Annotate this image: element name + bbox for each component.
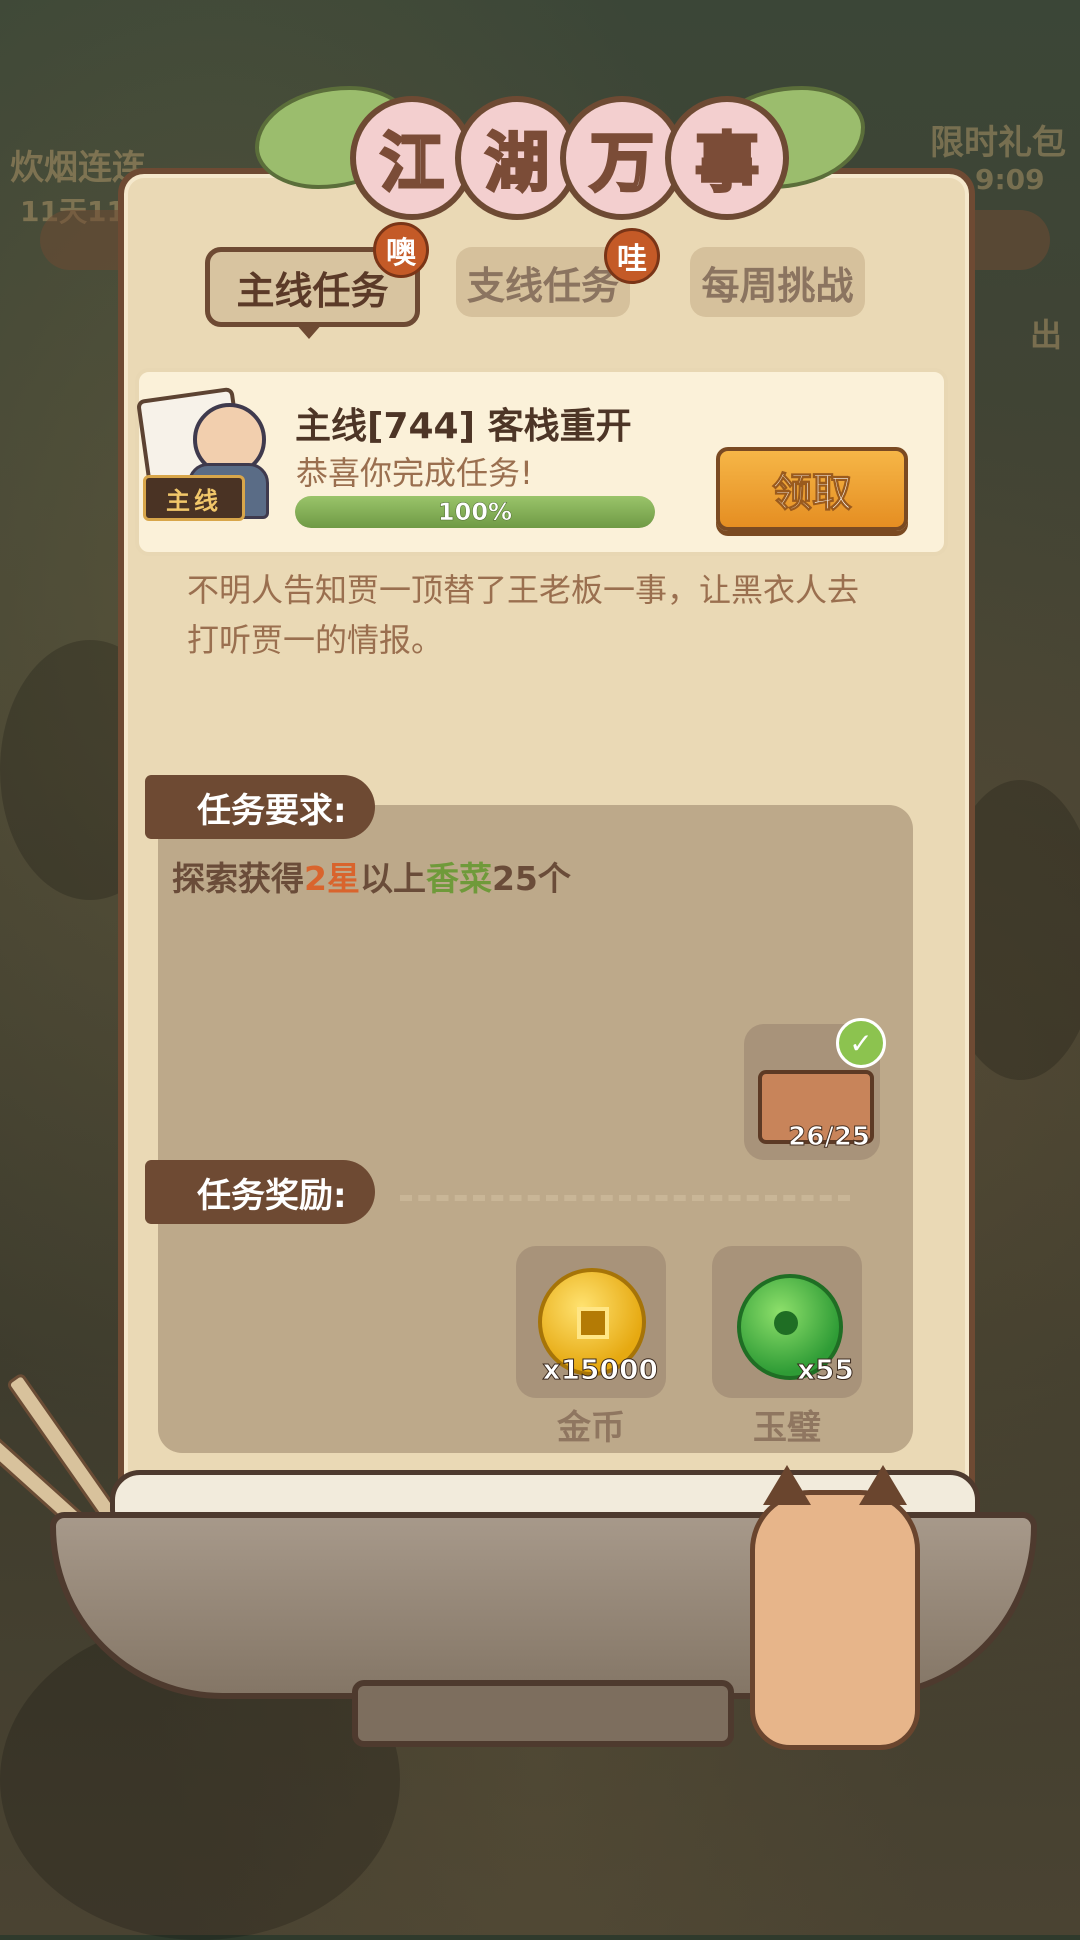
requirements-label: 任务要求:: [145, 775, 375, 839]
req-item-name: 香菜: [425, 859, 492, 898]
divider: [400, 1195, 850, 1201]
tab-label: 每周挑战: [701, 263, 854, 308]
rewards-label: 任务奖励:: [145, 1160, 375, 1224]
task-progress-bar: 100%: [295, 496, 655, 528]
tab-label: 支线任务: [466, 263, 619, 308]
reward-tile-jade[interactable]: x55: [712, 1246, 862, 1398]
progress-text: 100%: [437, 498, 513, 527]
side-text: 出: [1030, 316, 1063, 354]
req-part: 探索获得: [172, 859, 304, 898]
requirement-item-tile[interactable]: ✓ 26/25: [744, 1018, 886, 1160]
main-quest-tag: 主线: [143, 475, 245, 521]
cat-mascot-icon: [750, 1465, 920, 1750]
jade-hole: [774, 1311, 798, 1335]
reward-count: x15000: [542, 1353, 658, 1387]
cat-ear-icon: [763, 1465, 811, 1505]
tab-weekly-challenge[interactable]: 每周挑战: [690, 247, 865, 317]
gift-timer: 9:09: [975, 163, 1045, 196]
tab-label: 主线任务: [236, 268, 389, 313]
gift-label[interactable]: 限时礼包: [930, 115, 1066, 164]
reward-name: 玉璧: [753, 1408, 821, 1448]
task-description: 不明人告知贾一顶替了王老板一事，让黑衣人去打听贾一的情报。: [187, 571, 860, 659]
reward-name: 金币: [557, 1408, 625, 1448]
reward-count: x55: [796, 1353, 854, 1387]
task-status: 恭喜你完成任务!: [296, 454, 533, 492]
tab-badge: 哇: [604, 228, 660, 284]
title-char-4: 事: [665, 96, 789, 220]
tab-badge: 噢: [373, 222, 429, 278]
requirement-text: 探索获得2星以上香菜25个: [172, 852, 571, 900]
reward-tile-gold[interactable]: x15000: [516, 1246, 666, 1398]
req-part: 25个: [491, 859, 571, 898]
check-icon: ✓: [836, 1018, 886, 1068]
req-star-level: 2星: [304, 859, 360, 898]
panel-title: 江 湖 万 事: [255, 78, 865, 220]
item-count: 26/25: [788, 1122, 871, 1153]
cat-ear-icon: [859, 1465, 907, 1505]
task-title: 主线[744] 客栈重开: [295, 406, 632, 447]
claim-button[interactable]: 领取: [716, 447, 908, 531]
req-part: 以上: [359, 859, 426, 898]
coin-square-hole: [577, 1307, 609, 1339]
bowl-base: [352, 1680, 734, 1747]
active-tab-pointer: [295, 323, 323, 339]
